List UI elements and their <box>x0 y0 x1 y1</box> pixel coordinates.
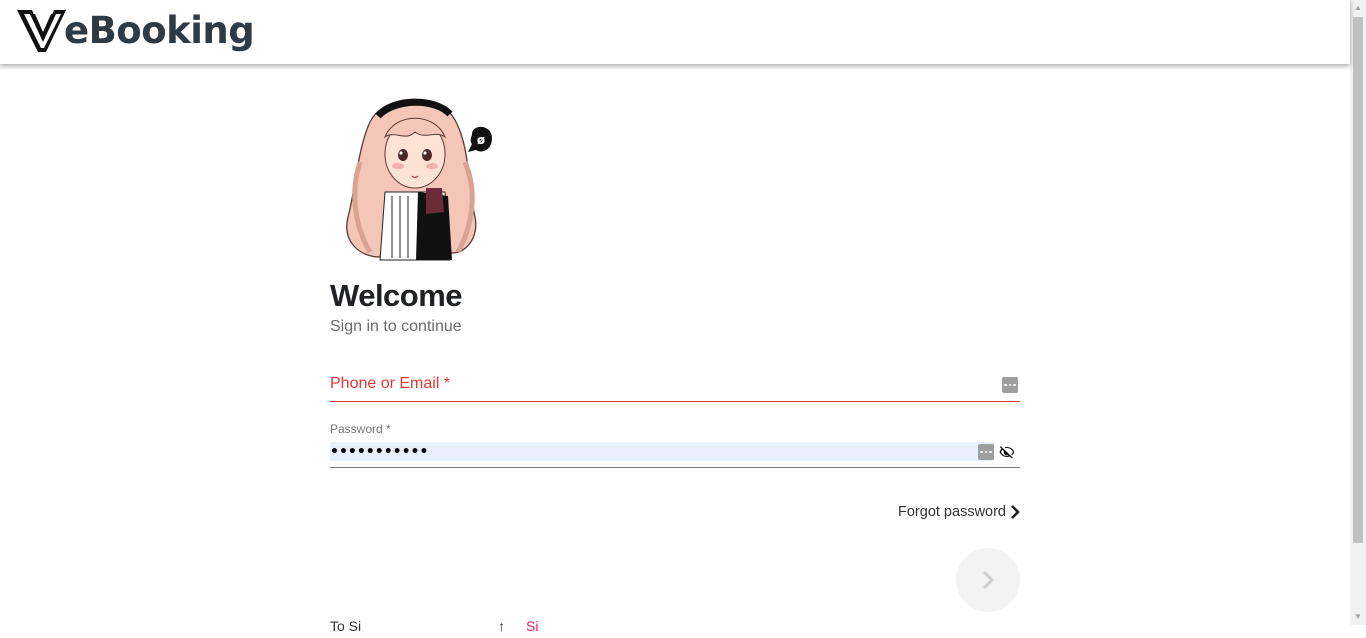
forgot-password-label: Forgot password <box>898 504 1006 520</box>
sign-up-prompt: To Si <box>330 618 362 634</box>
forgot-password-link[interactable]: Forgot password <box>880 504 1020 520</box>
phone-email-input[interactable] <box>330 368 994 400</box>
password-label: Password * <box>330 422 391 436</box>
anime-girl-illustration-icon: ø <box>346 98 492 261</box>
password-field[interactable]: Password * <box>330 420 1020 468</box>
password-manager-icon[interactable] <box>1002 377 1018 393</box>
sign-up-link[interactable]: Si <box>526 618 538 634</box>
v-letter-logo-icon <box>17 10 66 52</box>
submit-button[interactable] <box>956 548 1020 612</box>
avatar-illustration: ø <box>330 92 500 262</box>
page-scrollbar[interactable]: ▲ ▼ <box>1350 0 1366 625</box>
password-manager-icon[interactable] <box>978 444 994 460</box>
speech-bubble-symbol: ø <box>477 133 485 147</box>
chevron-right-icon <box>1011 505 1020 519</box>
logo-text: eBooking <box>64 9 255 52</box>
scroll-down-icon[interactable]: ▼ <box>1350 609 1366 625</box>
sign-up-row: To Si ↑ Si <box>330 618 630 638</box>
top-bar: eBooking <box>0 0 1350 64</box>
scroll-up-icon[interactable]: ▲ <box>1350 0 1366 16</box>
password-input[interactable] <box>330 442 970 461</box>
arrow-icon: ↑ <box>498 618 505 634</box>
page-title: Welcome <box>330 278 463 313</box>
phone-email-field[interactable]: Phone or Email * <box>330 368 1020 402</box>
logo[interactable]: eBooking <box>16 8 255 54</box>
chevron-right-icon <box>982 570 995 590</box>
scrollbar-thumb[interactable] <box>1353 17 1363 543</box>
page-subtitle: Sign in to continue <box>330 318 462 335</box>
visibility-off-icon[interactable] <box>999 444 1015 460</box>
